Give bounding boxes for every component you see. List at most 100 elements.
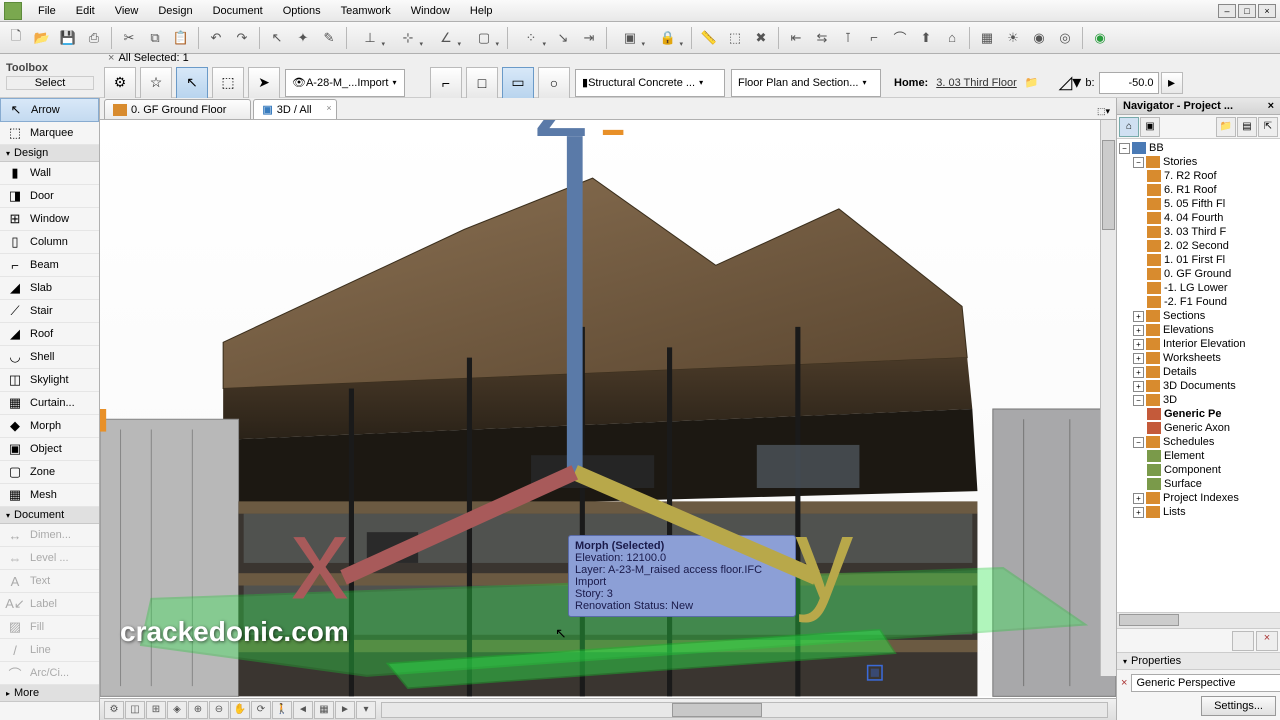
section-design[interactable]: Design <box>0 145 99 162</box>
vb-prev-icon[interactable]: ◄ <box>293 701 313 719</box>
tool-text[interactable]: AText <box>0 570 99 593</box>
menu-help[interactable]: Help <box>460 2 503 20</box>
tool-arrow[interactable]: ↖Arrow <box>0 98 99 122</box>
new-icon[interactable]: 🗋 <box>4 26 28 50</box>
menu-view[interactable]: View <box>105 2 149 20</box>
paste-icon[interactable]: 📋 <box>169 26 193 50</box>
edit-icon[interactable]: ✎ <box>317 26 341 50</box>
geom2-icon[interactable]: □ <box>466 67 498 99</box>
nav-group[interactable]: +Sections <box>1119 309 1278 323</box>
nav-pub-icon[interactable]: ⇱ <box>1258 117 1278 137</box>
render-icon[interactable]: ◉ <box>1027 26 1051 50</box>
settings-icon[interactable]: ⚙ <box>104 67 136 99</box>
align-icon[interactable]: ⇤ <box>784 26 808 50</box>
tool-fill[interactable]: ▨Fill <box>0 616 99 639</box>
arrow-icon[interactable]: ➤ <box>248 67 280 99</box>
menu-document[interactable]: Document <box>203 2 273 20</box>
favorite-icon[interactable]: ☆ <box>140 67 172 99</box>
nav-story[interactable]: 1. 01 First Fl <box>1119 253 1278 267</box>
selection-icon[interactable]: ↖ <box>176 67 208 99</box>
camera-icon[interactable]: ◎ <box>1053 26 1077 50</box>
horizontal-scrollbar[interactable] <box>381 702 1108 718</box>
snap-grid-icon[interactable]: ⊹ <box>390 26 426 50</box>
3d-viewport[interactable]: Morph (Selected) Elevation: 12100.0 Laye… <box>100 120 1116 698</box>
vb-options-icon[interactable]: ⚙ <box>104 701 124 719</box>
snap-guide-icon[interactable]: ⊥ <box>352 26 388 50</box>
vb-orbit-icon[interactable]: ⟳ <box>251 701 271 719</box>
pick-icon[interactable]: ↖ <box>265 26 289 50</box>
tab-menu-icon[interactable]: ⬚▾ <box>1091 104 1116 119</box>
tool-slab[interactable]: ◢Slab <box>0 277 99 300</box>
elem-icon[interactable]: ⬚ <box>212 67 244 99</box>
vb-layer-icon[interactable]: ◫ <box>125 701 145 719</box>
layer-combo[interactable]: 👁 A-28-M_...Import▾ <box>285 69 405 97</box>
tool-level[interactable]: ⇔Level ... <box>0 547 99 570</box>
prop-del-icon[interactable]: × <box>1121 677 1127 689</box>
undo-icon[interactable]: ↶ <box>204 26 228 50</box>
nav-hscroll[interactable] <box>1117 612 1280 628</box>
tool-arcci[interactable]: ⌒Arc/Ci... <box>0 662 99 685</box>
tab-3d-all[interactable]: ▣3D / All× <box>253 99 336 119</box>
geom4-icon[interactable]: ○ <box>538 67 570 99</box>
axis-widget[interactable]: z y x <box>100 120 1088 630</box>
open-icon[interactable]: 📂 <box>30 26 54 50</box>
vb-view-icon[interactable]: ▦ <box>314 701 334 719</box>
plan-combo[interactable]: Floor Plan and Section...▾ <box>731 69 881 97</box>
menu-design[interactable]: Design <box>148 2 202 20</box>
tool-stair[interactable]: ⟋Stair <box>0 300 99 323</box>
snap-element-icon[interactable]: ▢ <box>466 26 502 50</box>
tab-ground-floor[interactable]: 0. GF Ground Floor <box>104 99 251 119</box>
close-button[interactable]: × <box>1258 4 1276 18</box>
tool-object[interactable]: ▣Object <box>0 438 99 461</box>
nav-group[interactable]: +Interior Elevation <box>1119 337 1278 351</box>
nav-project-icon[interactable]: ⌂ <box>1119 117 1139 137</box>
vb-pan-icon[interactable]: ✋ <box>230 701 250 719</box>
elevate-icon[interactable]: ⬆ <box>914 26 938 50</box>
tool-zone[interactable]: ▢Zone <box>0 461 99 484</box>
nav-view-icon[interactable]: ▣ <box>1140 117 1160 137</box>
print-icon[interactable]: ⎙ <box>82 26 106 50</box>
nav-group[interactable]: +Worksheets <box>1119 351 1278 365</box>
menu-options[interactable]: Options <box>273 2 331 20</box>
nav-schedule-item[interactable]: Element <box>1119 449 1278 463</box>
section-document[interactable]: Document <box>0 507 99 524</box>
ko-icon[interactable]: ✖ <box>749 26 773 50</box>
tool-morph[interactable]: ◆Morph <box>0 415 99 438</box>
nav-book-icon[interactable]: ▤ <box>1237 117 1257 137</box>
nav-folder-icon[interactable]: 📁 <box>1216 117 1236 137</box>
section-more[interactable]: More <box>0 685 99 702</box>
trace-icon[interactable]: ⬚ <box>723 26 747 50</box>
properties-header[interactable]: Properties <box>1117 652 1280 670</box>
nav-group[interactable]: +Details <box>1119 365 1278 379</box>
cut-icon[interactable]: ✂ <box>117 26 141 50</box>
tool-label[interactable]: A↙Label <box>0 593 99 616</box>
distribute-icon[interactable]: ⇆ <box>810 26 834 50</box>
vb-walk-icon[interactable]: 🚶 <box>272 701 292 719</box>
rel-icon[interactable]: ↘ <box>551 26 575 50</box>
nav-story[interactable]: 5. 05 Fifth Fl <box>1119 197 1278 211</box>
maximize-button[interactable]: □ <box>1238 4 1256 18</box>
menu-teamwork[interactable]: Teamwork <box>331 2 401 20</box>
tool-window[interactable]: ⊞Window <box>0 208 99 231</box>
close-tab-icon[interactable]: × <box>326 103 331 113</box>
properties-name-input[interactable] <box>1131 674 1280 692</box>
nav-story[interactable]: -1. LG Lower <box>1119 281 1278 295</box>
b-input[interactable] <box>1099 72 1159 94</box>
tool-shell[interactable]: ◡Shell <box>0 346 99 369</box>
nav-schedule-item[interactable]: Component <box>1119 463 1278 477</box>
tool-mesh[interactable]: ▦Mesh <box>0 484 99 507</box>
navigator-close-icon[interactable]: × <box>1268 100 1274 112</box>
curve-icon[interactable]: ⌒ <box>888 26 912 50</box>
nav-story[interactable]: 4. 04 Fourth <box>1119 211 1278 225</box>
tool-curtain[interactable]: ▦Curtain... <box>0 392 99 415</box>
menu-window[interactable]: Window <box>401 2 460 20</box>
vb-next-icon[interactable]: ► <box>335 701 355 719</box>
nav-schedule-item[interactable]: Surface <box>1119 477 1278 491</box>
navigator-tree[interactable]: −BB −Stories 7. R2 Roof6. R1 Roof5. 05 F… <box>1117 139 1280 612</box>
home-icon[interactable]: ⌂ <box>940 26 964 50</box>
vb-scale-icon[interactable]: ⊞ <box>146 701 166 719</box>
copy-icon[interactable]: ⧉ <box>143 26 167 50</box>
nav-story[interactable]: 6. R1 Roof <box>1119 183 1278 197</box>
record-icon[interactable]: ◉ <box>1088 26 1112 50</box>
tool-dimen[interactable]: ↔Dimen... <box>0 524 99 547</box>
